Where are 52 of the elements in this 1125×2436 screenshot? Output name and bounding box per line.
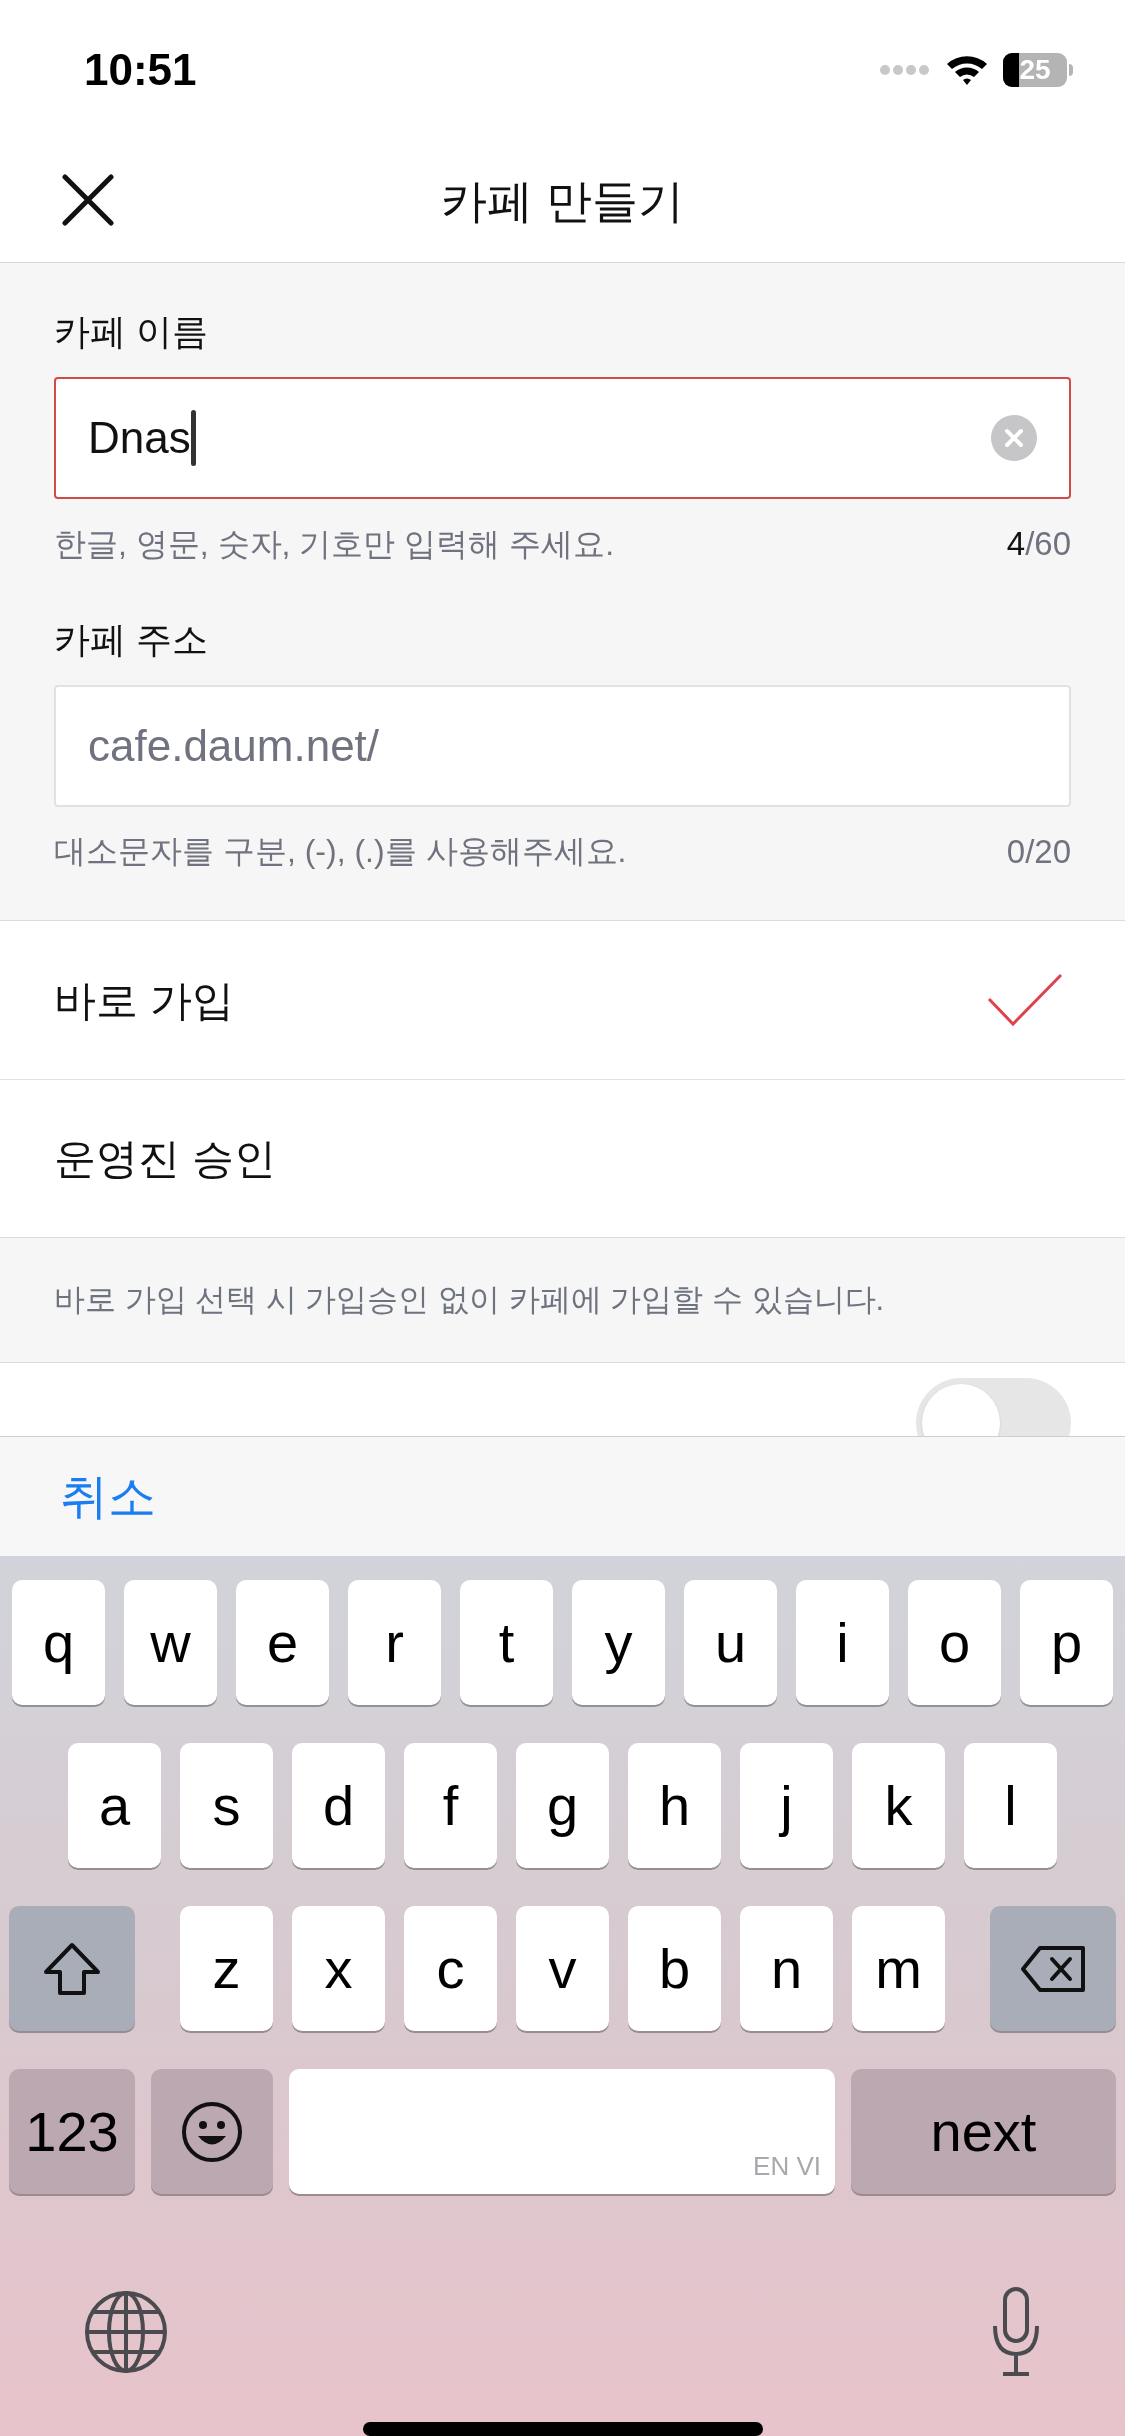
keyboard-key[interactable]: o: [908, 1580, 1001, 1705]
cancel-button[interactable]: 취소: [60, 1460, 156, 1533]
keyboard-key[interactable]: g: [516, 1743, 609, 1868]
hint-text: 한글, 영문, 숫자, 기호만 입력해 주세요.: [54, 524, 614, 564]
backspace-icon: [1020, 1944, 1086, 1993]
keyboard-key[interactable]: z: [180, 1906, 273, 2031]
keyboard-key[interactable]: w: [124, 1580, 217, 1705]
text-field[interactable]: cafe.daum.net/: [54, 684, 1071, 807]
microphone-icon[interactable]: [991, 2286, 1041, 2378]
keyboard-key[interactable]: l: [964, 1743, 1057, 1868]
keyboard-key[interactable]: h: [628, 1743, 721, 1868]
keyboard-key[interactable]: q: [12, 1580, 105, 1705]
keyboard-key[interactable]: m: [852, 1906, 945, 2031]
keyboard-key[interactable]: k: [852, 1743, 945, 1868]
wifi-icon: [945, 53, 989, 87]
keyboard-key[interactable]: i: [796, 1580, 889, 1705]
hint-text: 대소문자를 구분, (-), (.)를 사용해주세요.: [54, 832, 627, 872]
emoji-icon: [181, 2100, 243, 2163]
keyboard-key[interactable]: t: [460, 1580, 553, 1705]
keyboard-key[interactable]: s: [180, 1743, 273, 1868]
keyboard-key[interactable]: f: [404, 1743, 497, 1868]
character-counter: 4/60: [1006, 524, 1071, 564]
keyboard-key[interactable]: d: [292, 1743, 385, 1868]
keyboard-key[interactable]: a: [68, 1743, 161, 1868]
keyboard-key[interactable]: v: [516, 1906, 609, 2031]
keyboard-key[interactable]: b: [628, 1906, 721, 2031]
keyboard-key[interactable]: y: [572, 1580, 665, 1705]
keyboard-key[interactable]: e: [236, 1580, 329, 1705]
shift-key[interactable]: [9, 1906, 135, 2031]
keyboard-key[interactable]: p: [1020, 1580, 1113, 1705]
screen-title: 카페 만들기: [441, 173, 684, 229]
keyboard-key[interactable]: r: [348, 1580, 441, 1705]
keyboard-key[interactable]: x: [292, 1906, 385, 2031]
info-text: 바로 가입 선택 시 가입승인 없이 카페에 가입할 수 있습니다.: [54, 1280, 885, 1319]
keyboard-key[interactable]: n: [740, 1906, 833, 2031]
numbers-key[interactable]: 123: [9, 2069, 135, 2194]
keyboard-key[interactable]: u: [684, 1580, 777, 1705]
signal-icon: [879, 64, 931, 76]
character-counter: 0/20: [1006, 831, 1071, 872]
checkmark-icon: [987, 973, 1063, 1027]
delete-key[interactable]: [990, 1906, 1116, 2031]
next-key[interactable]: next: [851, 2069, 1116, 2194]
field-label: 카페 이름: [54, 310, 209, 354]
globe-icon[interactable]: [84, 2290, 168, 2374]
emoji-key[interactable]: [151, 2069, 273, 2194]
keyboard-key[interactable]: c: [404, 1906, 497, 2031]
status-time: 10:51: [84, 44, 197, 96]
shift-icon: [42, 1941, 102, 1996]
close-icon: [62, 174, 114, 226]
text-field[interactable]: Dnas: [54, 377, 1071, 499]
field-label: 카페 주소: [54, 617, 209, 662]
keyboard-key[interactable]: j: [740, 1743, 833, 1868]
